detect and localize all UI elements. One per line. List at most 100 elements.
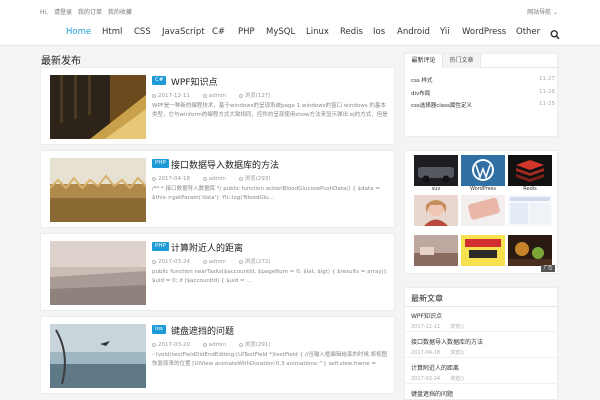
gallery-image-portrait[interactable] [414, 195, 458, 226]
latest-article-date: 2017-03-24 [411, 376, 441, 382]
gallery-image-screenshot[interactable] [508, 195, 552, 226]
post-meta: 2017-03-24 admin 浏览(272) [152, 257, 282, 265]
category-tag[interactable]: Ios [152, 325, 166, 334]
category-tag[interactable]: PHP [152, 242, 169, 251]
user-icon [202, 93, 207, 98]
divider [405, 331, 559, 332]
post-meta: 2017-12-11 admin 浏览(127) [152, 91, 282, 99]
search-icon[interactable] [550, 26, 560, 40]
gallery-image-room[interactable] [414, 235, 458, 266]
gallery-image-redis[interactable] [508, 155, 552, 186]
post-excerpt: /** * 接口数据导入数据库 */ public function actio… [152, 186, 380, 201]
post-card: PHP 计算附近人的距离 2017-03-24 admin 浏览(272) pu… [40, 233, 395, 311]
eye-icon [238, 176, 243, 181]
nav-css[interactable]: CSS [134, 27, 151, 37]
main-nav: Home Html CSS JavaScript C# PHP MySQL Li… [0, 20, 600, 46]
latest-article-title[interactable]: 键盘遮挡的问题 [411, 389, 555, 398]
latest-article-item[interactable]: WPF知识点 2017-12-11 浏览() [411, 311, 555, 330]
post-author: admin [208, 259, 226, 265]
favorites-link[interactable]: 我的收藏 [108, 9, 132, 16]
nav-csharp[interactable]: C# [212, 27, 225, 37]
latest-articles-panel: 最新文章 WPF知识点 2017-12-11 浏览() 接口数据导入数据库的方法 … [404, 287, 559, 400]
divider [405, 383, 559, 384]
latest-article-item[interactable]: 计算附近人的距离 2017-03-24 浏览() [411, 363, 555, 382]
post-meta: 2017-03-20 admin 浏览(291) [152, 340, 282, 348]
top-bar: Hi, 请登录 我的订单 我的收藏 网站导航 ⌄ [0, 0, 600, 20]
post-card: PHP 接口数据导入数据库的方法 2017-04-18 admin 浏览(293… [40, 150, 395, 228]
category-tag[interactable]: C# [152, 76, 167, 85]
site-nav-dropdown[interactable]: 网站导航 ⌄ [527, 7, 558, 16]
latest-article-title[interactable]: 计算附近人的距离 [411, 363, 555, 372]
post-card: Ios 键盘遮挡的问题 2017-03-20 admin 浏览(291) - (… [40, 316, 395, 394]
orders-link[interactable]: 我的订单 [78, 9, 102, 16]
post-thumbnail[interactable] [50, 158, 146, 222]
section-title: 最新发布 [41, 56, 81, 67]
comment-row[interactable]: div布局 11-26 [411, 89, 555, 97]
nav-html[interactable]: Html [102, 27, 122, 37]
divider [405, 306, 559, 307]
latest-article-views: 浏览() [450, 350, 464, 356]
nav-php[interactable]: PHP [238, 27, 255, 37]
latest-article-item[interactable]: 键盘遮挡的问题 [411, 389, 555, 398]
post-excerpt: public function nearTasks($accountId, $p… [152, 269, 388, 284]
comment-row[interactable]: css选择器class属性定义 11-25 [411, 101, 555, 109]
latest-article-title[interactable]: 接口数据导入数据库的方法 [411, 337, 555, 346]
post-meta: 2017-04-18 admin 浏览(293) [152, 174, 282, 182]
latest-article-views: 浏览() [450, 376, 464, 382]
comment-row[interactable]: css 样式 11-27 [411, 76, 555, 84]
latest-article-views: 浏览() [450, 324, 464, 330]
divider [405, 357, 559, 358]
tab-hot-articles[interactable]: 热门文章 [443, 54, 481, 68]
post-excerpt: - (void)textFieldDidEndEditing:(UITextFi… [152, 352, 388, 367]
post-thumbnail[interactable] [50, 75, 146, 139]
comment-text: css选择器class属性定义 [411, 103, 472, 109]
user-icon [202, 342, 207, 347]
post-views: 浏览(291) [244, 342, 271, 348]
tab-latest-comments[interactable]: 最新评论 [405, 54, 443, 68]
latest-article-meta: 2017-04-18 浏览() [411, 349, 555, 356]
comments-tab-panel: 最新评论 热门文章 css 样式 11-27 div布局 11-26 css选择… [404, 53, 559, 137]
ad-label: 广告 [541, 265, 555, 272]
nav-wordpress[interactable]: WordPress [462, 27, 506, 37]
gallery-image-game[interactable] [508, 235, 552, 266]
gallery-image-phone[interactable] [461, 195, 505, 226]
gallery-image-suv[interactable] [414, 155, 458, 186]
login-link[interactable]: 请登录 [54, 9, 72, 16]
post-excerpt: WPF是一种新的编程技术，基于windows的呈现系统page 1 window… [152, 103, 388, 118]
nav-yii[interactable]: Yii [440, 27, 450, 37]
nav-mysql[interactable]: MySQL [266, 27, 295, 37]
nav-home[interactable]: Home [66, 27, 91, 37]
post-thumbnail[interactable] [50, 241, 146, 305]
greeting: Hi, [40, 9, 49, 16]
category-tag[interactable]: PHP [152, 159, 169, 168]
gallery-caption: Redis [523, 186, 537, 192]
post-author: admin [208, 176, 226, 182]
post-views: 浏览(127) [244, 93, 271, 99]
gallery-image-wordpress[interactable] [461, 155, 505, 186]
post-views: 浏览(272) [244, 259, 271, 265]
latest-article-date: 2017-12-11 [411, 324, 441, 330]
comment-date: 11-25 [539, 101, 555, 107]
gallery-image-job-banner[interactable] [461, 235, 505, 266]
post-author: admin [208, 93, 226, 99]
latest-article-title[interactable]: WPF知识点 [411, 311, 555, 320]
nav-linux[interactable]: Linux [306, 27, 329, 37]
image-gallery: suv WordPress Redis 广告 [404, 150, 558, 274]
latest-article-item[interactable]: 接口数据导入数据库的方法 2017-04-18 浏览() [411, 337, 555, 356]
nav-other[interactable]: Other [516, 27, 540, 37]
clock-icon [152, 176, 156, 181]
post-title[interactable]: WPF知识点 [171, 75, 218, 88]
login-links: Hi, 请登录 我的订单 我的收藏 [40, 7, 136, 16]
clock-icon [152, 259, 156, 264]
post-title[interactable]: 键盘遮挡的问题 [171, 324, 234, 337]
comment-date: 11-26 [539, 89, 555, 95]
post-thumbnail[interactable] [50, 324, 146, 388]
gallery-caption: suv [431, 186, 441, 192]
nav-javascript[interactable]: JavaScript [162, 27, 205, 37]
nav-redis[interactable]: Redis [340, 27, 363, 37]
latest-article-meta: 2017-12-11 浏览() [411, 323, 555, 330]
nav-android[interactable]: Android [397, 27, 430, 37]
post-title[interactable]: 接口数据导入数据库的方法 [171, 158, 279, 171]
post-title[interactable]: 计算附近人的距离 [171, 241, 243, 254]
nav-ios[interactable]: Ios [373, 27, 385, 37]
